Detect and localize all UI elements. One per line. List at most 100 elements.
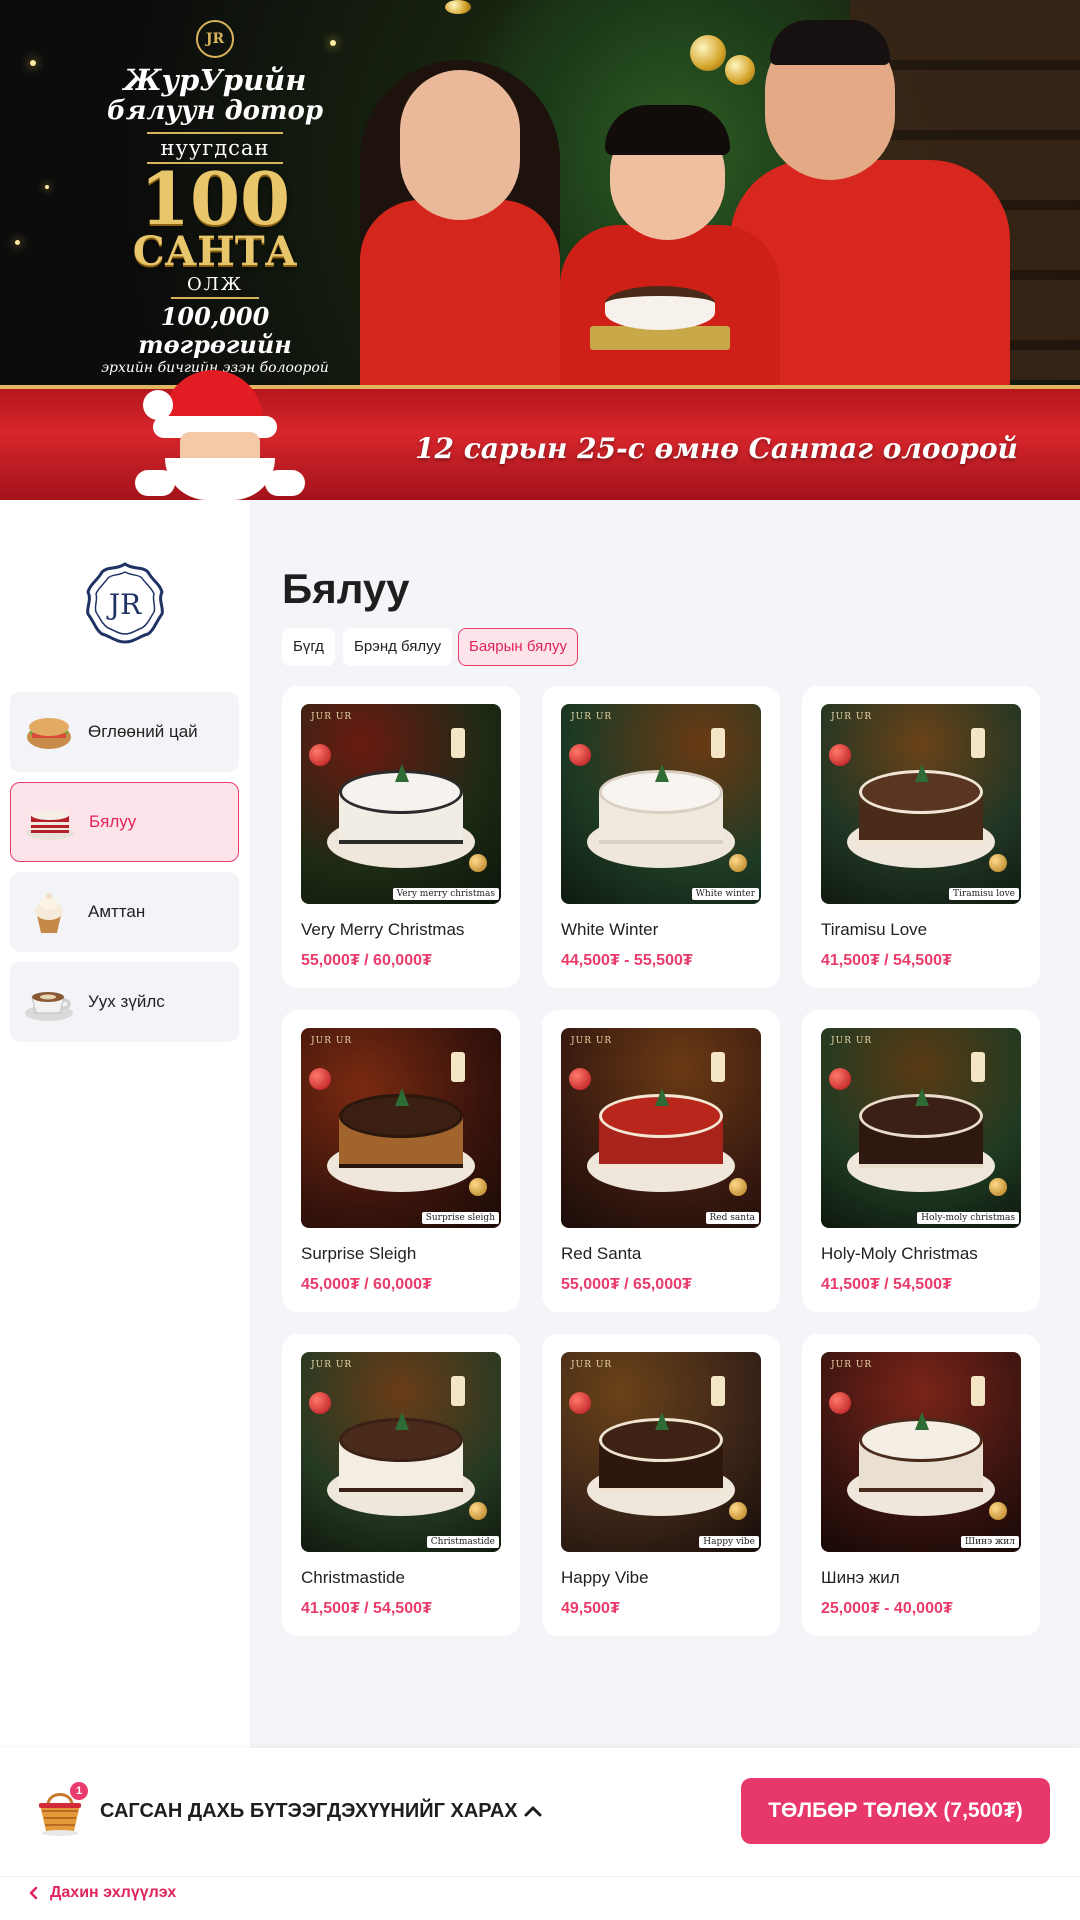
product-name: Surprise Sleigh [301,1244,417,1263]
cupcake-icon [24,887,74,937]
sidebar-item-desserts[interactable]: Амттан [10,872,239,952]
cart-count-badge: 1 [70,1782,88,1800]
product-name: Happy Vibe [561,1568,649,1587]
product-image-tag: White winter [691,888,759,900]
pay-button[interactable]: ТӨЛБӨР ТӨЛӨХ (7,500₮) [741,1778,1050,1844]
product-price: 55,000₮ / 60,000₮ [301,952,432,969]
filter-brand-cakes[interactable]: Брэнд бялуу [343,628,453,666]
product-price: 44,500₮ - 55,500₮ [561,952,693,969]
sidebar-item-drinks[interactable]: Уух зүйлс [10,962,239,1042]
image-brand: JUR UR [831,1360,873,1370]
product-image-tag: Tiramisu love [949,888,1019,900]
page-title: Бялуу [282,565,410,612]
ornament [690,35,726,71]
product-image-tag: Holy-moly christmas [917,1212,1019,1224]
product-image[interactable]: JUR UR Very merry christmas [301,704,501,904]
image-brand: JUR UR [831,1036,873,1046]
product-name: Christmastide [301,1568,405,1587]
product-name: Tiramisu Love [821,920,928,939]
product-card[interactable]: JUR UR White winter White Winter 44,500₮ - … [542,686,780,988]
jr-logo-icon: JR [82,560,168,646]
product-price: 49,500₮ [561,1600,620,1617]
product-card[interactable]: JUR UR Happy vibe Happy Vibe 49,500₮ [542,1334,780,1636]
filter-all[interactable]: Бүгд [282,628,335,666]
product-name: Red Santa [561,1244,642,1263]
product-image[interactable]: JUR UR Tiramisu love [821,704,1021,904]
product-image[interactable]: JUR UR White winter [561,704,761,904]
svg-text:JR: JR [106,588,142,621]
view-cart-label[interactable]: САГСАН ДАХЬ БҮТЭЭГДЭХҮҮНИЙГ ХАРАХ [100,1800,518,1823]
promo-number: 100 [139,156,291,241]
product-image-tag: Шинэ жил [960,1536,1019,1548]
image-brand: JUR UR [571,1036,613,1046]
image-brand: JUR UR [311,1360,353,1370]
sidebar-item-cakes[interactable]: Бялуу [10,782,239,862]
promo-line-2: бялуун дотор [106,96,324,126]
product-card[interactable]: JUR UR Red santa Red Santa 55,000₮ / 65,000… [542,1010,780,1312]
product-card[interactable]: JUR UR Holy-moly christmas Holy-Moly Chris… [802,1010,1040,1312]
product-name: Holy-Moly Christmas [821,1244,978,1263]
product-card[interactable]: JUR UR Very merry christmas Very Merry Chr… [282,686,520,988]
filter-holiday-cakes[interactable]: Баярын бялуу [458,628,579,666]
brand-seal: JR [196,20,234,58]
product-card[interactable]: JUR UR Christmastide Christmastide 41,500₮ … [282,1334,520,1636]
product-image[interactable]: JUR UR Holy-moly christmas [821,1028,1021,1228]
chevron-up-icon[interactable] [522,1800,544,1822]
product-price: 41,500₮ / 54,500₮ [821,952,952,969]
product-name: Шинэ жил [821,1568,900,1587]
banner-cake [590,280,730,350]
divider [0,1876,1080,1877]
chevron-left-icon [29,1886,38,1900]
product-name: Very Merry Christmas [301,920,465,939]
cake-icon [25,797,75,847]
product-image-tag: Very merry christmas [392,888,499,900]
promo-prize: 100,000 төгрөгийн [138,302,292,359]
promo-line-1: ЖурУрийн [123,63,307,97]
product-name: White Winter [561,920,659,939]
promo-santa: САНТА [132,228,298,275]
sidebar-item-label: Амттан [88,902,146,921]
product-image[interactable]: JUR UR Шинэ жил [821,1352,1021,1552]
image-brand: JUR UR [831,712,873,722]
promo-olj: ОЛЖ [170,274,259,299]
product-price: 25,000₮ - 40,000₮ [821,1600,953,1617]
ornament [725,55,755,85]
product-price: 41,500₮ / 54,500₮ [301,1600,432,1617]
product-price: 55,000₮ / 65,000₮ [561,1276,692,1293]
sidebar-item-label: Бялуу [89,812,137,831]
product-image[interactable]: JUR UR Surprise sleigh [301,1028,501,1228]
santa-mascot-icon [135,370,305,500]
product-image-tag: Surprise sleigh [421,1212,499,1224]
kid-hair [605,105,730,155]
sparkle [45,185,49,189]
coffee-cup-icon [24,977,74,1027]
product-image-tag: Red santa [705,1212,759,1224]
product-image[interactable]: JUR UR Christmastide [301,1352,501,1552]
promo-text-block: JR ЖурУрийн бялуун дотор нуугдсан 100 СА… [85,20,345,377]
product-price: 45,000₮ / 60,000₮ [301,1276,432,1293]
product-image[interactable]: JUR UR Happy vibe [561,1352,761,1552]
restart-link[interactable]: Дахин эхлүүлэх [28,1884,176,1902]
product-image-tag: Happy vibe [699,1536,759,1548]
image-brand: JUR UR [311,1036,353,1046]
image-brand: JUR UR [571,1360,613,1370]
product-image-tag: Christmastide [426,1536,499,1548]
sidebar-item-breakfast[interactable]: Өглөөний цай [10,692,239,772]
sidebar-item-label: Уух зүйлс [88,992,165,1011]
product-image[interactable]: JUR UR Red santa [561,1028,761,1228]
ornament [445,0,471,14]
product-card[interactable]: JUR UR Surprise sleigh Surprise Sleigh 45,0… [282,1010,520,1312]
woman-pajamas [360,200,560,390]
sidebar-item-label: Өглөөний цай [88,722,198,741]
image-brand: JUR UR [311,712,353,722]
man-hair [770,20,890,65]
sparkle [30,60,36,66]
sparkle [15,240,20,245]
image-brand: JUR UR [571,712,613,722]
ribbon-text: 12 сарын 25-с өмнө Сантаг олоорой [415,432,1018,465]
product-price: 41,500₮ / 54,500₮ [821,1276,952,1293]
sandwich-icon [24,707,74,757]
product-card[interactable]: JUR UR Tiramisu love Tiramisu Love 41,500₮ … [802,686,1040,988]
category-sidebar [0,500,250,1748]
product-card[interactable]: JUR UR Шинэ жил Шинэ жил 25,000₮ - 40,000₮ [802,1334,1040,1636]
